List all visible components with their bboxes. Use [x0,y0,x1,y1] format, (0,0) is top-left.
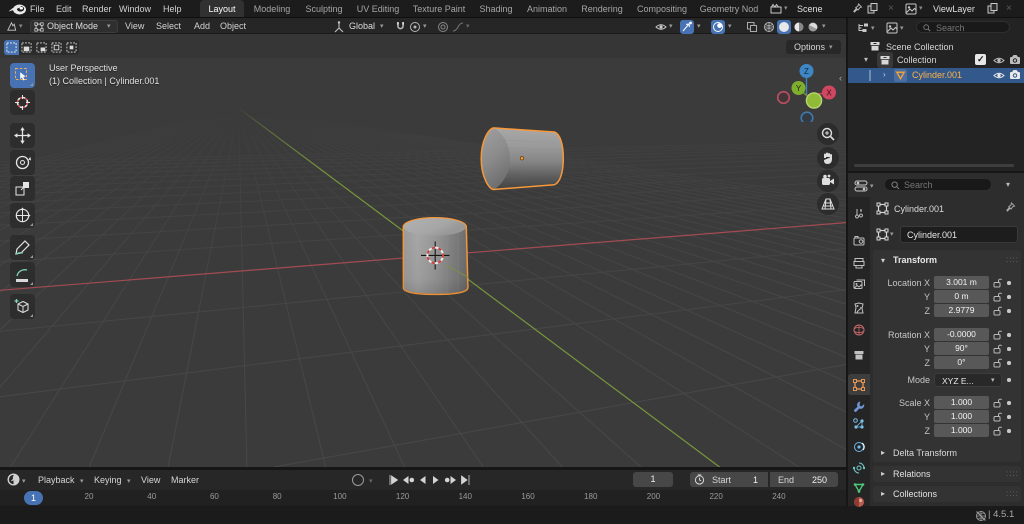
svg-text:Y: Y [796,84,802,93]
svg-text:X: X [826,89,832,98]
svg-text:Z: Z [804,67,809,76]
